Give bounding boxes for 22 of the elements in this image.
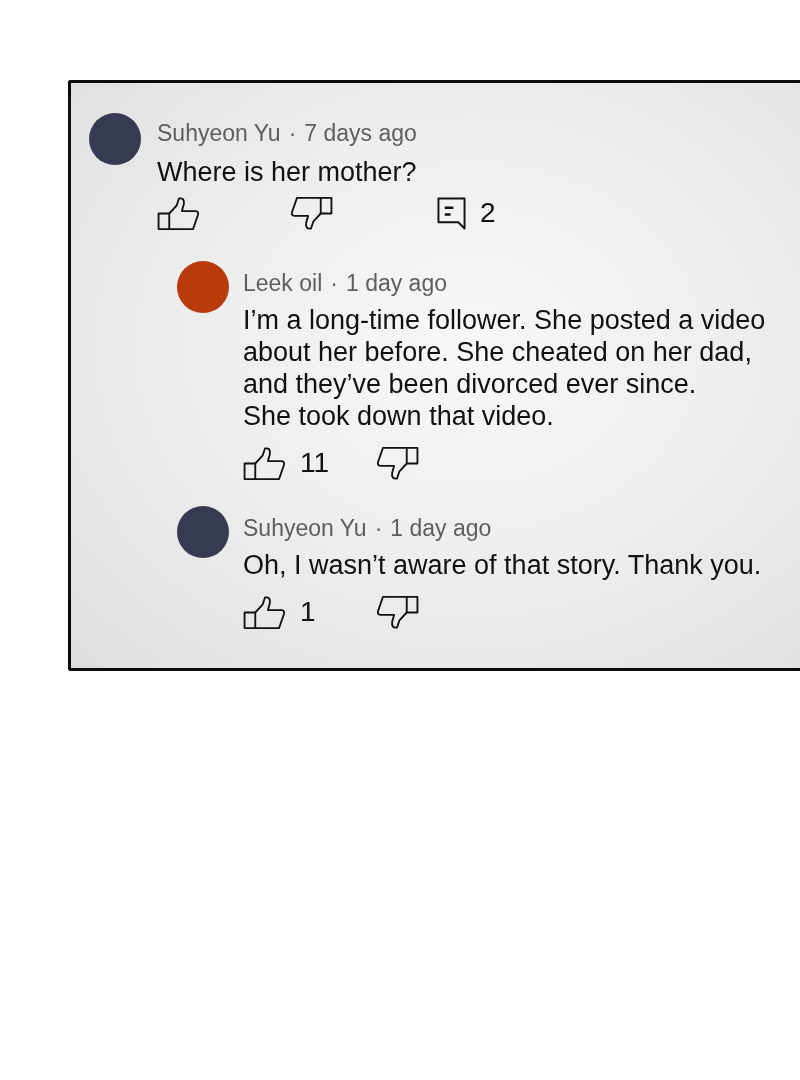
separator-dot: · (330, 269, 338, 297)
separator-dot: · (374, 514, 383, 542)
like-button[interactable]: 11 (243, 443, 330, 483)
comment-time: 1 day ago (345, 269, 447, 297)
thumbs-up-icon (243, 594, 286, 630)
thumbs-up-icon (157, 195, 200, 231)
separator-dot: · (288, 119, 297, 147)
thumbs-down-icon (376, 594, 419, 630)
comment-text: I’m a long-time follower. She posted a video about her before. She cheated on her dad, and they’ve been divorced ever since. She took down that video. (243, 304, 767, 432)
thumbs-down-icon (376, 445, 419, 481)
author-name: Leek oil (243, 269, 323, 297)
comment-icon (437, 196, 466, 230)
comment-time: 7 days ago (304, 119, 417, 147)
thumbs-down-icon (290, 195, 333, 231)
author-name: Suhyeon Yu (157, 119, 281, 147)
comment-time: 1 day ago (390, 514, 492, 542)
thumbs-up-icon (243, 445, 286, 481)
comment-text: Where is her mother? (157, 156, 418, 188)
author-name: Suhyeon Yu (243, 514, 367, 542)
like-button[interactable]: 1 (243, 592, 316, 632)
comment-text: Oh, I wasn’t aware of that story. Thank you. (243, 549, 763, 581)
replies-button[interactable]: 2 (437, 193, 496, 233)
